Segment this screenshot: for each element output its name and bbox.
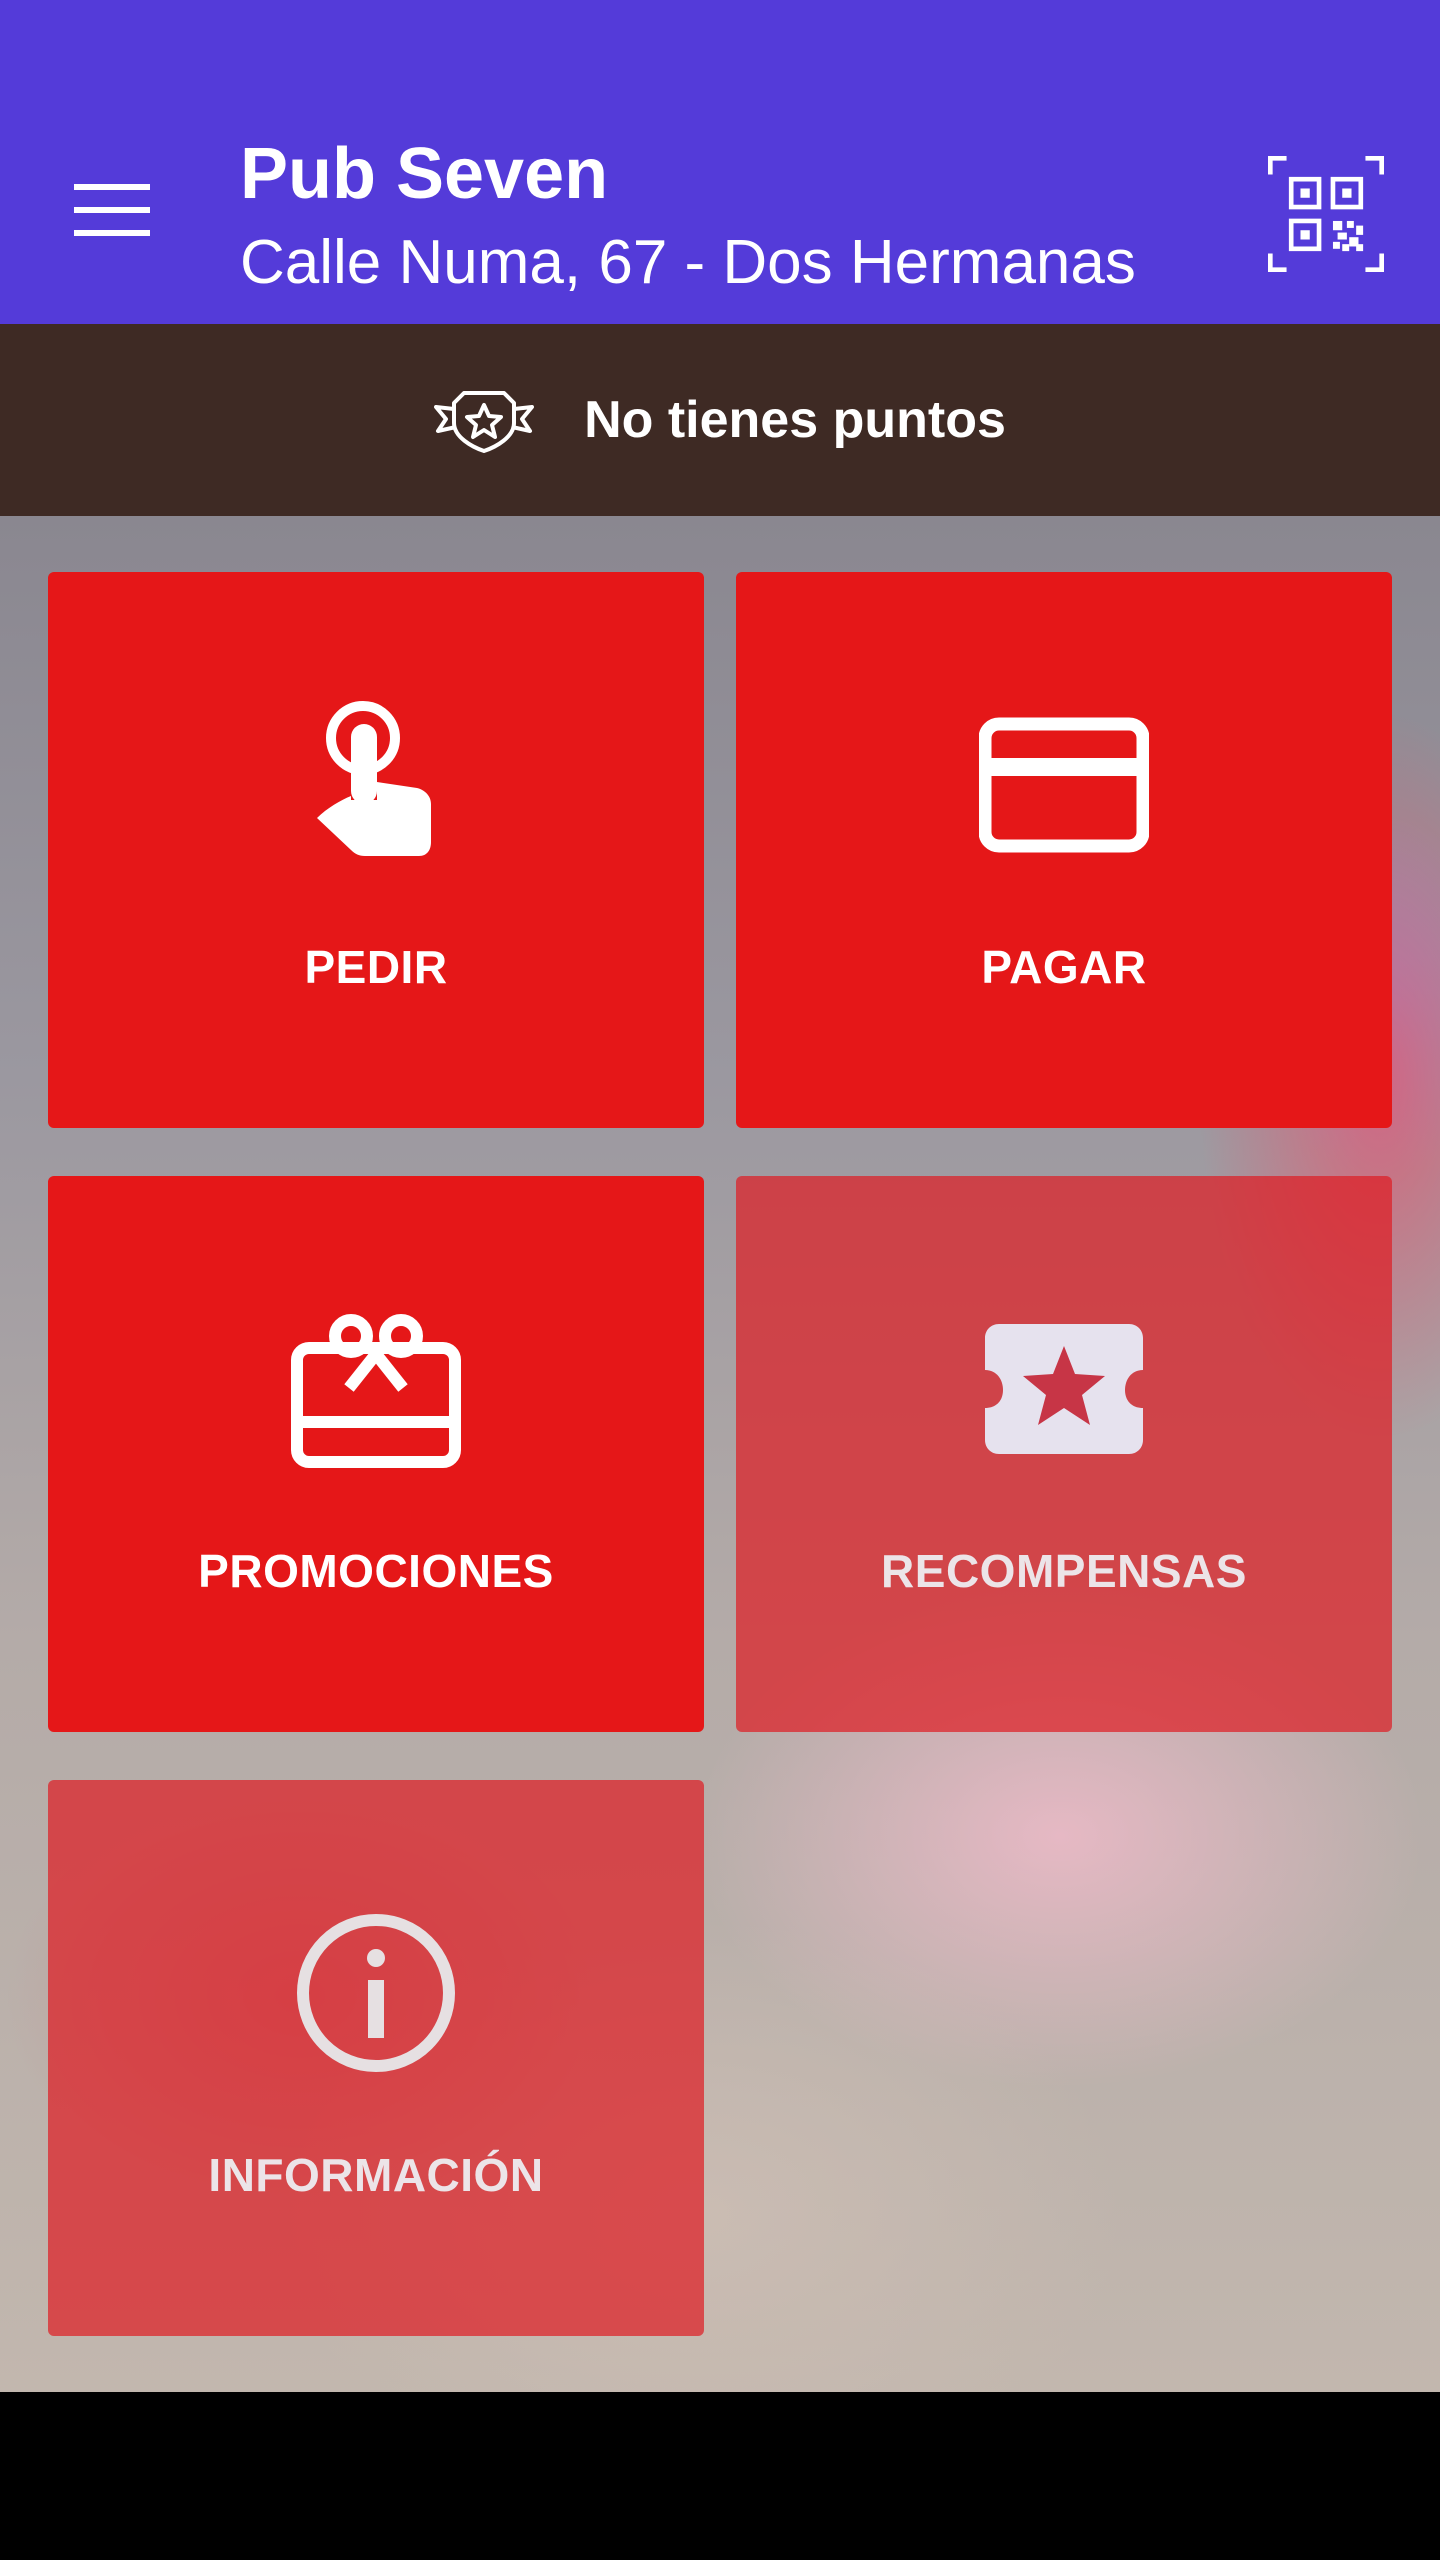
points-status-text: No tienes puntos bbox=[584, 391, 1006, 449]
tile-pedir[interactable]: PEDIR bbox=[48, 572, 704, 1128]
tile-informacion[interactable]: INFORMACIÓN bbox=[48, 1780, 704, 2336]
menu-button[interactable] bbox=[44, 150, 179, 270]
venue-address: Calle Numa, 67 - Dos Hermanas bbox=[240, 228, 1136, 297]
system-navigation-bar bbox=[0, 2392, 1440, 2560]
tile-label: PAGAR bbox=[981, 941, 1147, 993]
app-screen: Pub Seven Calle Numa, 67 - Dos Hermanas bbox=[0, 0, 1440, 2560]
title-block: Pub Seven Calle Numa, 67 - Dos Hermanas bbox=[240, 128, 1136, 304]
info-circle-icon bbox=[291, 1908, 461, 2078]
qr-code-scan-icon bbox=[1268, 156, 1384, 272]
tile-label: INFORMACIÓN bbox=[208, 2149, 544, 2201]
tile-label: PROMOCIONES bbox=[198, 1545, 554, 1597]
touch-hand-icon bbox=[291, 700, 461, 870]
app-bar: Pub Seven Calle Numa, 67 - Dos Hermanas bbox=[0, 0, 1440, 324]
tile-label: PEDIR bbox=[304, 941, 448, 993]
badge-star-icon bbox=[434, 391, 535, 453]
tile-pagar[interactable]: PAGAR bbox=[736, 572, 1392, 1128]
qr-scan-button[interactable] bbox=[1268, 156, 1384, 272]
star-ticket-icon bbox=[979, 1304, 1149, 1474]
credit-card-icon bbox=[979, 700, 1149, 870]
tile-recompensas[interactable]: RECOMPENSAS bbox=[736, 1176, 1392, 1732]
main-content: PEDIR PAGAR PROMOCIONES RECOMPENSAS INFO… bbox=[0, 516, 1440, 2392]
gift-card-icon bbox=[291, 1304, 461, 1474]
page-title: Pub Seven bbox=[240, 134, 609, 214]
tile-promociones[interactable]: PROMOCIONES bbox=[48, 1176, 704, 1732]
tile-label: RECOMPENSAS bbox=[881, 1545, 1247, 1597]
hamburger-menu-icon bbox=[73, 184, 150, 236]
points-bar[interactable]: No tienes puntos bbox=[0, 324, 1440, 516]
